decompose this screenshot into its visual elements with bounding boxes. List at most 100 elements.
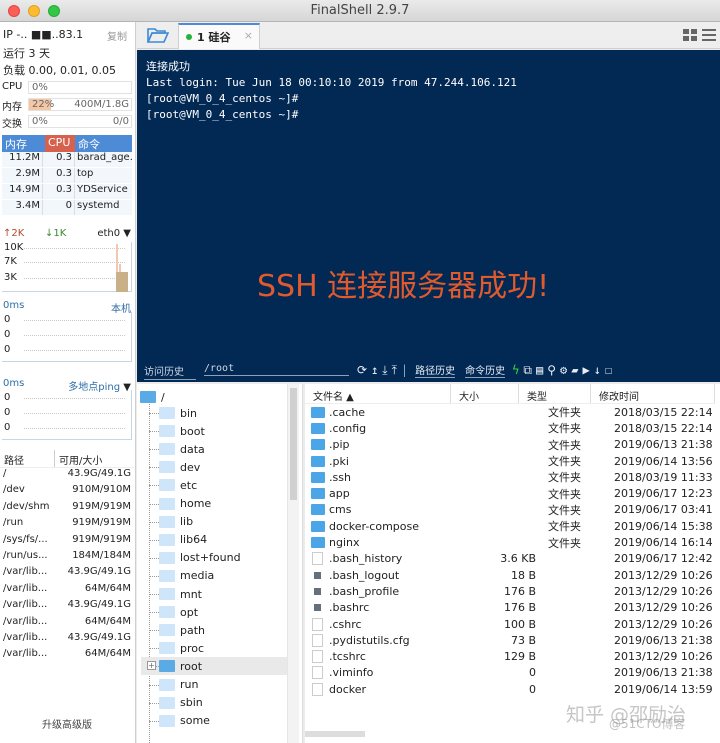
tree-item-boot[interactable]: boot (149, 422, 289, 440)
file-row[interactable]: .bash_history 3.6 KB 2019/06/17 12:42 (305, 551, 715, 567)
tree-item-run[interactable]: run (149, 676, 289, 694)
disk-row[interactable]: / 43.9G/49.1G (0, 468, 134, 484)
file-modified-time: 2019/06/14 13:59 (614, 682, 713, 696)
upload-icon[interactable]: ⤒ (392, 363, 397, 378)
download-icon[interactable]: ⤓ (382, 363, 387, 378)
file-row[interactable]: nginx 文件夹 2019/06/14 16:14 (305, 534, 715, 550)
disk-row[interactable]: /sys/fs/... 919M/919M (0, 534, 134, 550)
file-row[interactable]: .pydistutils.cfg 73 B 2019/06/13 21:38 (305, 632, 715, 648)
open-folder-icon[interactable] (147, 27, 169, 43)
disk-row[interactable]: /var/lib... 64M/64M (0, 616, 134, 632)
close-tab-icon[interactable]: × (244, 29, 253, 42)
file-row[interactable]: .ssh 文件夹 2018/03/19 11:33 (305, 469, 715, 485)
interface-select[interactable]: eth0 ▼ (97, 228, 131, 239)
expand-icon[interactable]: + (147, 661, 156, 671)
header-cpu[interactable]: CPU (45, 135, 75, 152)
tree-label: bin (180, 406, 198, 420)
tree-scrollbar-track[interactable] (287, 384, 299, 743)
disk-row[interactable]: /var/lib... 64M/64M (0, 648, 134, 664)
file-row[interactable]: .bash_profile 176 B 2013/12/29 10:26 (305, 583, 715, 599)
header-size[interactable]: 大小 (451, 384, 519, 403)
command-history-button[interactable]: 命令历史 (465, 362, 506, 378)
visit-history-button[interactable]: 访问历史 (144, 363, 196, 380)
path-input[interactable]: /root (204, 363, 349, 376)
maximize-icon[interactable]: ☐ (605, 363, 612, 377)
disk-row[interactable]: /dev 910M/910M (0, 484, 134, 500)
file-row[interactable]: docker 0 2019/06/14 13:59 (305, 681, 715, 697)
tree-item-bin[interactable]: bin (149, 404, 289, 422)
file-row[interactable]: .tcshrc 129 B 2013/12/29 10:26 (305, 649, 715, 665)
lightning-icon[interactable]: ϟ (512, 363, 519, 377)
terminal-output: 连接成功 Last login: Tue Jun 18 00:10:10 201… (146, 59, 517, 123)
tree-item-lib[interactable]: lib (149, 513, 289, 531)
tree-item-some[interactable]: some (149, 712, 289, 730)
process-row[interactable]: 3.4M 0 systemd (2, 200, 132, 216)
tree-label: media (180, 569, 215, 583)
upgrade-button[interactable]: 升级高级版 (0, 716, 134, 731)
grid-view-icon[interactable] (683, 29, 697, 41)
file-icon (312, 666, 323, 680)
file-type: 文件夹 (548, 487, 581, 501)
tree-item-proc[interactable]: proc (149, 639, 289, 657)
paste-icon[interactable]: ▤ (536, 363, 543, 377)
tree-item-mnt[interactable]: mnt (149, 585, 289, 603)
folder-icon[interactable]: ▰ (571, 363, 578, 377)
file-row[interactable]: .bash_logout 18 B 2013/12/29 10:26 (305, 567, 715, 583)
tree-item-media[interactable]: media (149, 567, 289, 585)
tree-item-etc[interactable]: etc (149, 476, 289, 494)
file-row[interactable]: app 文件夹 2019/06/17 12:23 (305, 486, 715, 502)
tree-scrollbar-thumb[interactable] (290, 388, 297, 500)
disk-row[interactable]: /run/us... 184M/184M (0, 550, 134, 566)
disk-row[interactable]: /run 919M/919M (0, 517, 134, 533)
file-list-scrollbar[interactable] (305, 731, 365, 737)
file-row[interactable]: .config 文件夹 2018/03/15 22:14 (305, 420, 715, 436)
copy-ip-button[interactable]: 复制 (107, 28, 127, 43)
gear-icon[interactable]: ⚙ (560, 363, 567, 377)
tree-item-sbin[interactable]: sbin (149, 694, 289, 712)
copy-icon[interactable]: ⧉ (523, 363, 532, 378)
tab-session-1[interactable]: 1 硅谷 × (178, 23, 260, 49)
tree-item-path[interactable]: path (149, 621, 289, 639)
play-icon[interactable]: ▶ (582, 363, 589, 377)
tree-item-opt[interactable]: opt (149, 603, 289, 621)
header-available-size[interactable]: 可用/大小 (55, 450, 106, 467)
search-icon[interactable]: ⚲ (547, 363, 556, 377)
tree-item-dev[interactable]: dev (149, 458, 289, 476)
file-row[interactable]: .pip 文件夹 2019/06/13 21:38 (305, 437, 715, 453)
terminal[interactable]: 连接成功 Last login: Tue Jun 18 00:10:10 201… (137, 50, 720, 382)
folder-icon (159, 569, 175, 582)
file-row[interactable]: .cache 文件夹 2018/03/15 22:14 (305, 404, 715, 420)
header-path[interactable]: 路径 (0, 450, 55, 467)
file-row[interactable]: cms 文件夹 2019/06/17 03:41 (305, 502, 715, 518)
disk-size: 43.9G/49.1G (67, 631, 131, 643)
header-file-name[interactable]: 文件名 ▲ (305, 384, 451, 403)
disk-row[interactable]: /var/lib... 43.9G/49.1G (0, 566, 134, 582)
tree-item-home[interactable]: home (149, 495, 289, 513)
disk-row[interactable]: /var/lib... 43.9G/49.1G (0, 632, 134, 648)
file-row[interactable]: .cshrc 100 B 2013/12/29 10:26 (305, 616, 715, 632)
menu-icon[interactable] (702, 29, 716, 41)
file-row[interactable]: docker-compose 文件夹 2019/06/14 15:38 (305, 518, 715, 534)
refresh-icon[interactable]: ⟳ (357, 363, 367, 377)
tree-item-lib64[interactable]: lib64 (149, 531, 289, 549)
tree-item-lost-found[interactable]: lost+found (149, 549, 289, 567)
path-history-button[interactable]: 路径历史 (415, 362, 456, 378)
process-row[interactable]: 14.9M 0.3 YDService (2, 184, 132, 200)
tree-item-data[interactable]: data (149, 440, 289, 458)
header-command[interactable]: 命令 (75, 135, 132, 152)
disk-row[interactable]: /dev/shm 919M/919M (0, 501, 134, 517)
header-modified-time[interactable]: 修改时间 (591, 384, 715, 403)
header-type[interactable]: 类型 (519, 384, 591, 403)
tree-root[interactable]: / (140, 389, 165, 405)
file-row[interactable]: .pki 文件夹 2019/06/14 13:56 (305, 453, 715, 469)
up-directory-icon[interactable]: ↥ (371, 363, 378, 377)
process-row[interactable]: 11.2M 0.3 barad_age. (2, 152, 132, 168)
process-row[interactable]: 2.9M 0.3 top (2, 168, 132, 184)
header-memory[interactable]: 内存 (2, 135, 45, 152)
file-row[interactable]: .viminfo 0 2019/06/13 21:38 (305, 665, 715, 681)
file-row[interactable]: .bashrc 176 B 2013/12/29 10:26 (305, 600, 715, 616)
arrow-down-icon[interactable]: ↓ (594, 363, 601, 377)
disk-row[interactable]: /var/lib... 64M/64M (0, 583, 134, 599)
tree-item-root[interactable]: + root (141, 657, 291, 676)
disk-row[interactable]: /var/lib... 43.9G/49.1G (0, 599, 134, 615)
